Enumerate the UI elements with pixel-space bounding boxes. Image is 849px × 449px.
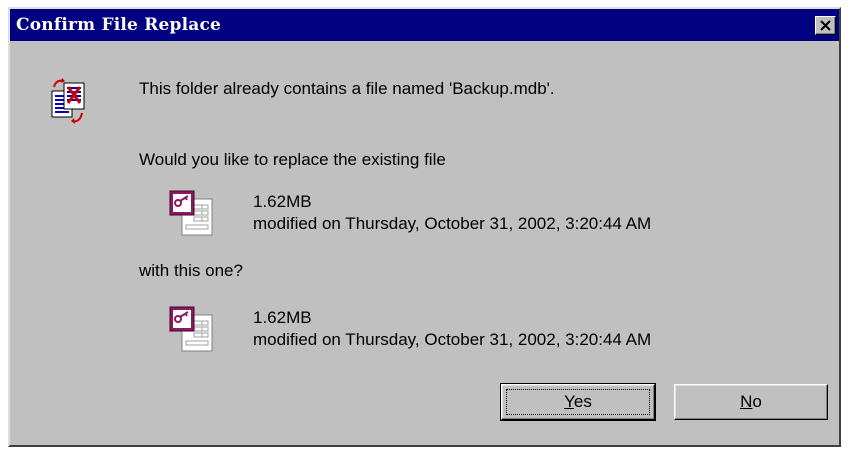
close-button[interactable] <box>815 16 836 35</box>
no-button[interactable]: No <box>674 384 828 420</box>
file-replace-icon <box>51 78 85 124</box>
no-button-label: No <box>740 392 762 411</box>
dialog-title: Confirm File Replace <box>16 15 222 35</box>
with-this-one-text: with this one? <box>139 261 243 280</box>
confirm-file-replace-dialog: Confirm File Replace This folder already… <box>8 7 841 447</box>
access-database-icon <box>169 306 213 352</box>
yes-button[interactable]: Yes <box>500 383 656 421</box>
close-icon <box>820 20 831 31</box>
new-file-modified: modified on Thursday, October 31, 2002, … <box>253 330 652 349</box>
existing-file-size: 1.62MB <box>253 192 312 211</box>
replace-question-text: Would you like to replace the existing f… <box>139 150 446 169</box>
folder-notice-text: This folder already contains a file name… <box>139 79 555 98</box>
title-bar[interactable]: Confirm File Replace <box>10 9 839 41</box>
existing-file-modified: modified on Thursday, October 31, 2002, … <box>253 214 652 233</box>
yes-button-label: Yes <box>564 392 592 411</box>
access-database-icon <box>169 190 213 236</box>
new-file-size: 1.62MB <box>253 308 312 327</box>
